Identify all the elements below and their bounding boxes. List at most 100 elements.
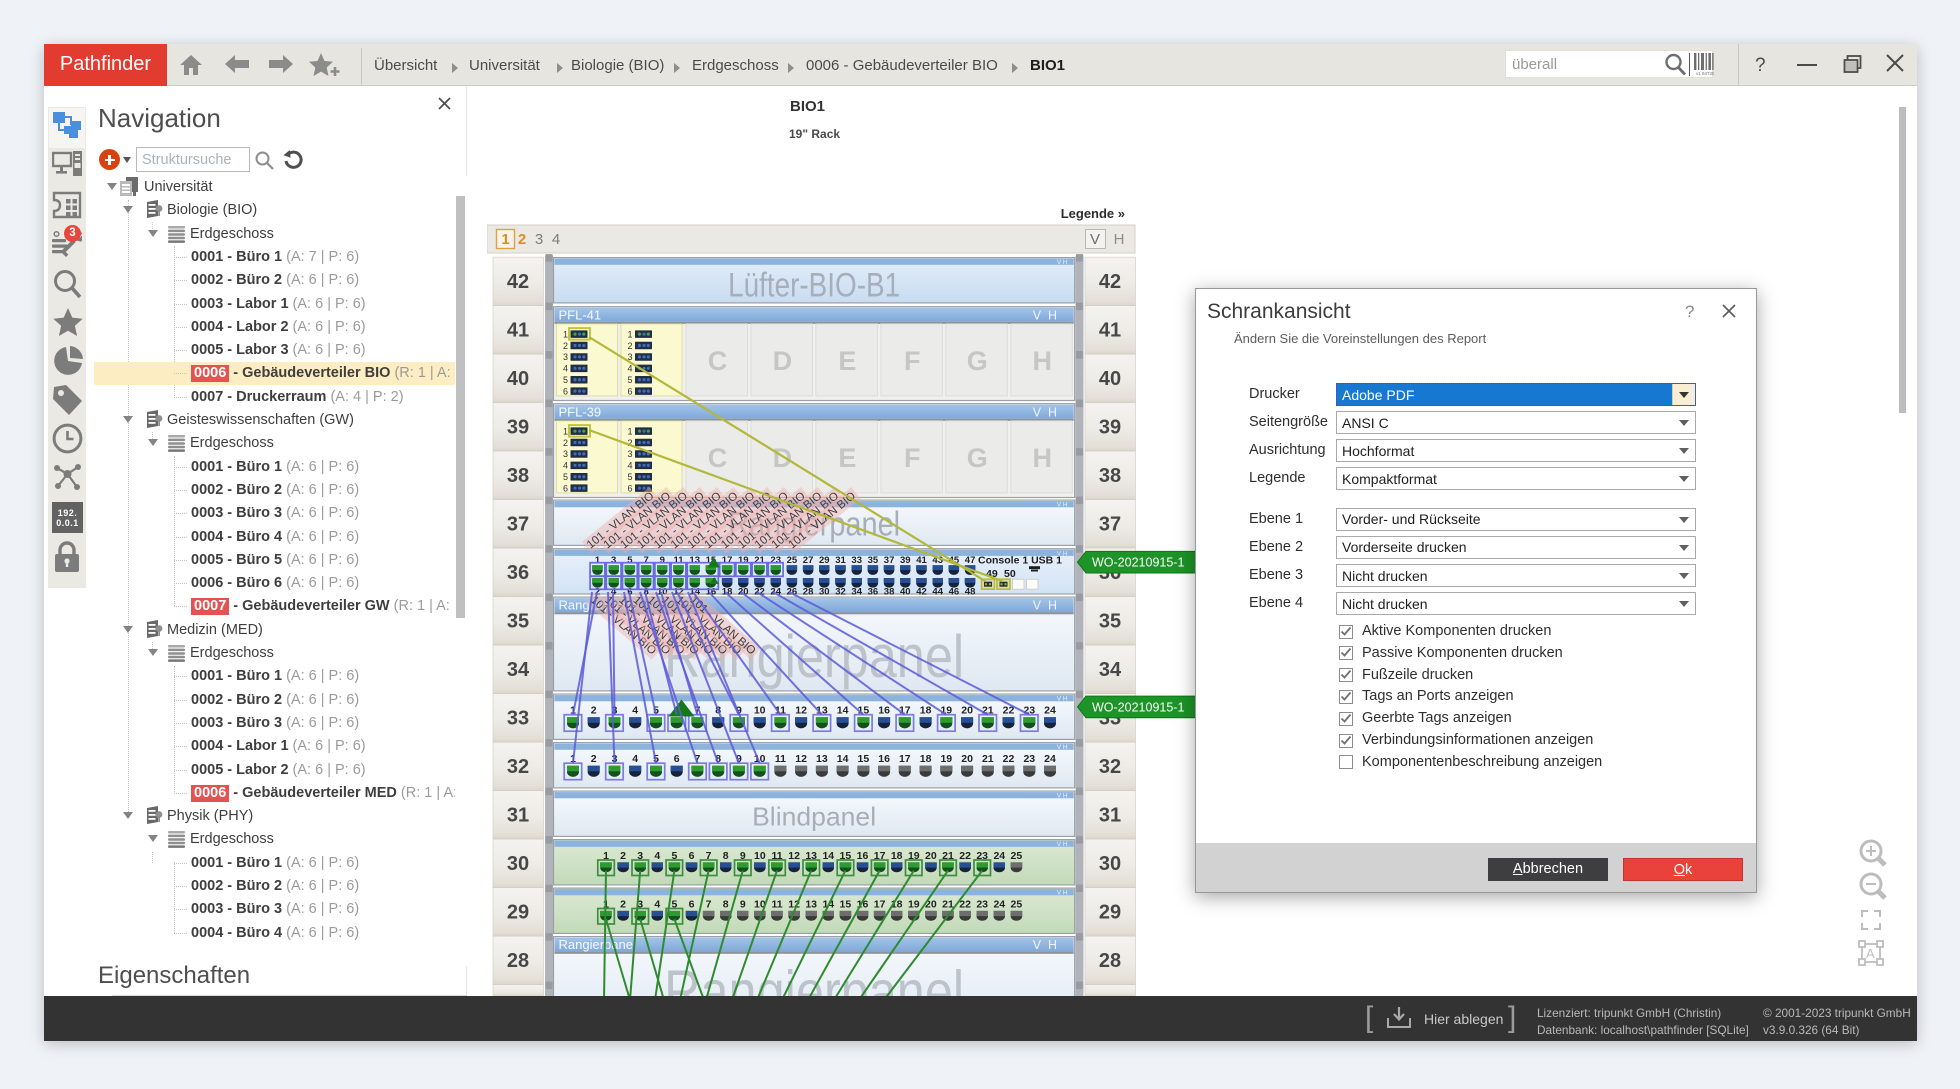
svg-text:39: 39	[1099, 417, 1121, 439]
svg-text:V H: V H	[1033, 938, 1057, 952]
svg-text:2: 2	[518, 231, 526, 248]
svg-text:9: 9	[660, 555, 665, 566]
svg-text:WO-20210915-1: WO-20210915-1	[1092, 556, 1184, 570]
svg-text:12: 12	[795, 705, 807, 717]
svg-text:Blindpanel: Blindpanel	[752, 801, 876, 831]
svg-text:29: 29	[1099, 902, 1121, 924]
svg-text:V H: V H	[1057, 793, 1068, 800]
svg-text:4: 4	[563, 461, 568, 471]
svg-text:35: 35	[868, 555, 879, 566]
svg-text:40: 40	[507, 368, 529, 390]
svg-text:17: 17	[899, 753, 911, 765]
svg-text:22: 22	[1003, 753, 1015, 765]
svg-text:V H: V H	[1033, 308, 1057, 322]
svg-text:37: 37	[1099, 514, 1121, 536]
svg-text:14: 14	[837, 705, 849, 717]
svg-text:16: 16	[878, 753, 890, 765]
svg-text:H: H	[1032, 443, 1052, 473]
svg-text:24: 24	[1044, 753, 1056, 765]
svg-text:34: 34	[507, 659, 530, 681]
svg-text:41: 41	[916, 555, 927, 566]
svg-text:C: C	[708, 443, 728, 473]
svg-text:31: 31	[507, 805, 529, 827]
svg-text:47: 47	[965, 555, 976, 566]
svg-text:16: 16	[706, 587, 717, 598]
svg-text:6: 6	[689, 850, 695, 862]
svg-text:31: 31	[835, 555, 846, 566]
svg-text:2: 2	[563, 438, 568, 448]
svg-text:21: 21	[754, 555, 765, 566]
svg-text:34: 34	[851, 587, 862, 598]
svg-text:1: 1	[563, 329, 568, 339]
svg-text:39: 39	[900, 555, 911, 566]
svg-text:28: 28	[507, 950, 529, 972]
svg-text:2: 2	[627, 341, 632, 351]
svg-text:5: 5	[563, 472, 568, 482]
svg-text:19: 19	[738, 555, 749, 566]
svg-text:24: 24	[993, 850, 1005, 862]
svg-text:4: 4	[563, 364, 568, 374]
svg-text:2: 2	[620, 850, 626, 862]
svg-text:V H: V H	[1033, 405, 1057, 419]
svg-text:33: 33	[507, 708, 529, 730]
svg-text:17: 17	[722, 555, 733, 566]
svg-text:2: 2	[563, 341, 568, 351]
svg-text:35: 35	[507, 611, 529, 633]
svg-text:41: 41	[507, 320, 529, 342]
svg-text:4: 4	[632, 753, 638, 765]
svg-text:4: 4	[627, 461, 632, 471]
svg-text:G: G	[967, 346, 988, 376]
svg-text:V: V	[1090, 231, 1100, 248]
svg-text:v1 94720: v1 94720	[1696, 71, 1714, 76]
svg-text:11: 11	[775, 753, 786, 765]
svg-text:30: 30	[507, 853, 529, 875]
svg-text:32: 32	[507, 756, 529, 778]
svg-text:27: 27	[803, 555, 814, 566]
svg-text:35: 35	[1099, 611, 1121, 633]
svg-text:1: 1	[595, 555, 601, 566]
svg-text:36: 36	[507, 562, 529, 584]
svg-text:20: 20	[925, 850, 937, 862]
svg-text:18: 18	[920, 705, 932, 717]
svg-text:V H: V H	[1057, 259, 1068, 266]
svg-text:2: 2	[591, 705, 597, 717]
svg-text:3: 3	[611, 555, 616, 566]
svg-text:5: 5	[627, 555, 633, 566]
svg-text:33: 33	[851, 555, 862, 566]
svg-text:E: E	[838, 346, 856, 376]
svg-text:44: 44	[932, 587, 943, 598]
svg-text:9: 9	[740, 898, 746, 910]
svg-text:40: 40	[1099, 368, 1121, 390]
svg-text:42: 42	[1099, 271, 1121, 293]
svg-text:31: 31	[1099, 805, 1121, 827]
svg-text:Lüfter-BIO-B1: Lüfter-BIO-B1	[728, 267, 900, 305]
svg-text:20: 20	[961, 753, 973, 765]
svg-text:22: 22	[959, 850, 971, 862]
svg-text:10: 10	[754, 705, 766, 717]
svg-text:4: 4	[654, 850, 660, 862]
svg-text:2: 2	[591, 753, 597, 765]
svg-text:24: 24	[993, 898, 1005, 910]
svg-text:32: 32	[835, 587, 846, 598]
svg-text:13: 13	[805, 898, 817, 910]
svg-text:21: 21	[982, 753, 994, 765]
svg-text:40: 40	[900, 587, 911, 598]
svg-text:6: 6	[689, 898, 695, 910]
svg-text:E: E	[838, 443, 856, 473]
svg-text:38: 38	[884, 587, 895, 598]
svg-text:19: 19	[908, 898, 920, 910]
svg-text:2: 2	[620, 898, 626, 910]
svg-text:25: 25	[1011, 850, 1023, 862]
svg-text:29: 29	[507, 902, 529, 924]
svg-text:G: G	[967, 443, 988, 473]
svg-text:34: 34	[1099, 659, 1122, 681]
svg-text:PFL-39: PFL-39	[559, 404, 602, 419]
svg-text:PFL-41: PFL-41	[559, 307, 602, 322]
svg-text:V H: V H	[1057, 890, 1068, 897]
svg-text:3: 3	[627, 449, 632, 459]
svg-text:4: 4	[654, 898, 660, 910]
svg-text:14: 14	[837, 753, 849, 765]
svg-text:28: 28	[1099, 950, 1121, 972]
svg-text:25: 25	[787, 555, 798, 566]
svg-text:6: 6	[563, 386, 568, 396]
